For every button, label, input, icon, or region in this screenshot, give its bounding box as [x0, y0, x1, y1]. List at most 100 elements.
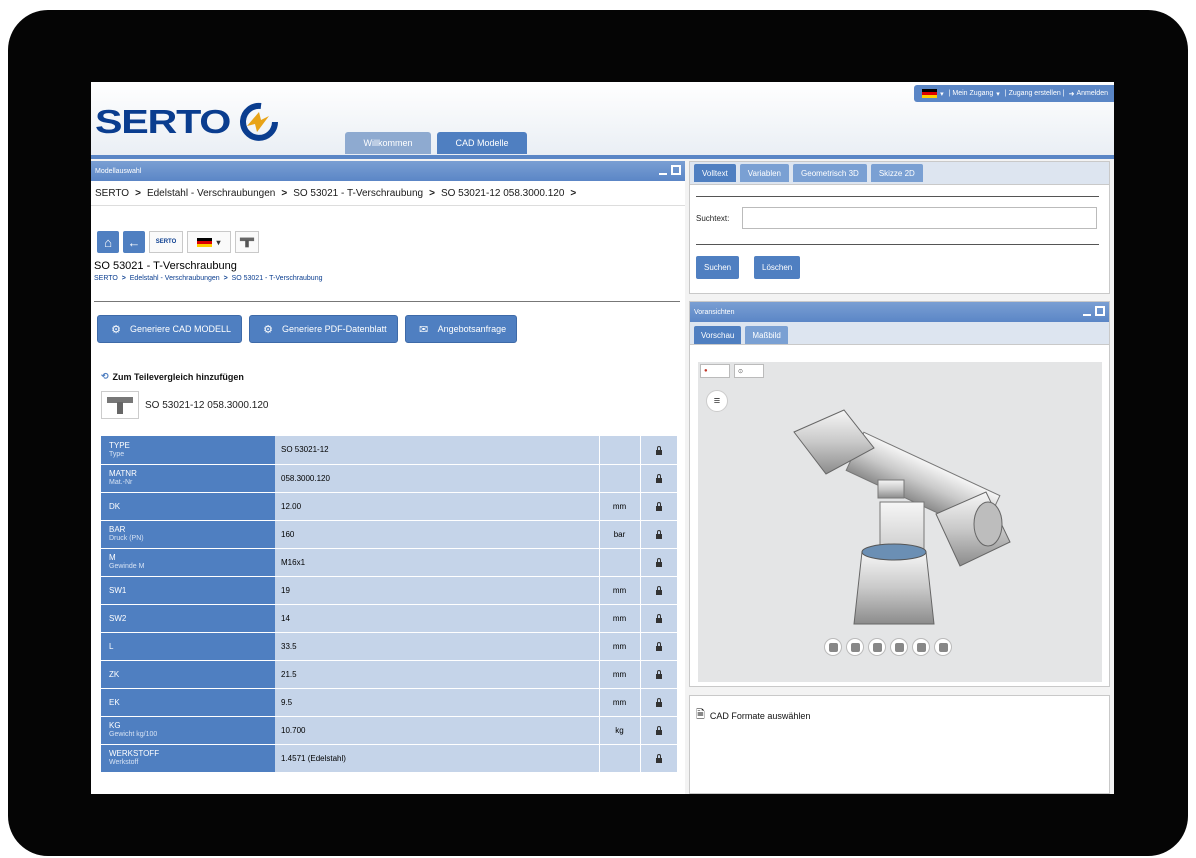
- action-buttons: ⚙ Generiere CAD MODELL ⚙ Generiere PDF-D…: [97, 315, 518, 343]
- chevron-right-icon: >: [429, 187, 435, 199]
- lock-icon[interactable]: [640, 576, 677, 605]
- breadcrumb-item[interactable]: SERTO: [95, 188, 129, 199]
- specs-table: TYPE Type SO 53021-12 MATNR Mat.-Nr 058.3000.…: [101, 436, 677, 773]
- language-select[interactable]: ▾: [187, 231, 231, 253]
- header-separator: [91, 155, 1114, 159]
- spec-unit: mm: [599, 660, 641, 689]
- breadcrumb-item[interactable]: SERTO: [94, 275, 118, 282]
- gears-icon: ⚙: [111, 323, 121, 336]
- view-section-icon[interactable]: [868, 638, 886, 656]
- panel-title: Modellauswahl: [95, 167, 142, 175]
- catalog-logo-button[interactable]: SERTO: [149, 231, 183, 253]
- spec-key: SW1: [101, 576, 275, 605]
- minimize-icon[interactable]: [1083, 313, 1091, 316]
- cad-formats-link[interactable]: 🗎 CAD Formate auswählen: [696, 706, 810, 725]
- compare-icon: ⟲: [101, 371, 109, 381]
- divider: [696, 196, 1099, 197]
- spec-key: KG Gewicht kg/100: [101, 716, 275, 745]
- view-side-icon[interactable]: [934, 638, 952, 656]
- serto-logo[interactable]: SERTO: [95, 102, 278, 142]
- lock-icon[interactable]: [640, 688, 677, 717]
- tab-massbild[interactable]: Maßbild: [745, 326, 788, 344]
- part-header: SO 53021-12 058.3000.120: [101, 391, 268, 419]
- preview-tabs: Vorschau Maßbild: [690, 322, 1109, 345]
- serto-logo-mark-icon: [240, 102, 278, 141]
- maximize-icon[interactable]: [671, 165, 681, 175]
- table-row: SW2 14 mm: [101, 604, 677, 633]
- spec-value: 21.5: [275, 660, 600, 689]
- partsolutions-logo-icon[interactable]: ●: [700, 364, 730, 378]
- search-button[interactable]: Suchen: [696, 256, 740, 279]
- divider: [696, 244, 1099, 245]
- chevron-right-icon: >: [281, 187, 288, 199]
- lock-icon[interactable]: [640, 520, 677, 549]
- view-iso-icon[interactable]: [890, 638, 908, 656]
- tab-willkommen[interactable]: Willkommen: [345, 132, 431, 154]
- login-icon[interactable]: ➜: [1069, 90, 1075, 98]
- generate-cad-button[interactable]: ⚙ Generiere CAD MODELL: [97, 315, 243, 343]
- search-tabs: Volltext Variablen Geometrisch 3D Skizze…: [690, 162, 1109, 185]
- breadcrumb-item[interactable]: Edelstahl - Verschraubungen: [147, 188, 275, 199]
- home-icon[interactable]: ⌂: [97, 231, 119, 253]
- view-wireframe-icon[interactable]: [824, 638, 842, 656]
- maximize-icon[interactable]: [1095, 306, 1105, 316]
- panel-title: Voransichten: [694, 308, 735, 316]
- german-flag-icon[interactable]: [922, 89, 938, 98]
- tab-variablen[interactable]: Variablen: [739, 164, 790, 182]
- back-arrow-icon[interactable]: ←: [123, 231, 145, 253]
- breadcrumb-item[interactable]: SO 53021 - T-Verschraubung: [293, 188, 423, 199]
- tab-skizze-2d[interactable]: Skizze 2D: [870, 164, 923, 182]
- lock-icon[interactable]: [640, 464, 677, 493]
- quote-request-button[interactable]: ✉ Angebotsanfrage: [404, 315, 518, 343]
- view-solid-icon[interactable]: [846, 638, 864, 656]
- spec-value: 058.3000.120: [275, 464, 600, 493]
- view-mode-buttons: [824, 638, 952, 656]
- lock-icon[interactable]: [640, 492, 677, 521]
- create-account-link[interactable]: Zugang erstellen: [1009, 90, 1061, 97]
- lock-icon[interactable]: [640, 632, 677, 661]
- activex-logo-icon[interactable]: ⊙: [734, 364, 764, 378]
- panel-header: Voransichten: [690, 302, 1109, 322]
- spec-unit: kg: [599, 716, 641, 745]
- spec-value: 9.5: [275, 688, 600, 717]
- spec-value: 160: [275, 520, 600, 549]
- breadcrumb-item[interactable]: SO 53021-12 058.3000.120: [441, 188, 564, 199]
- spec-unit: mm: [599, 688, 641, 717]
- tab-vorschau[interactable]: Vorschau: [694, 326, 742, 344]
- generate-pdf-button[interactable]: ⚙ Generiere PDF-Datenblatt: [249, 315, 398, 343]
- spec-value: 10.700: [275, 716, 600, 745]
- search-input[interactable]: [742, 207, 1097, 229]
- spec-unit: mm: [599, 492, 641, 521]
- 3d-viewer[interactable]: [698, 362, 1102, 682]
- breadcrumb-item[interactable]: SO 53021 - T-Verschraubung: [232, 275, 323, 282]
- minimize-icon[interactable]: [659, 172, 667, 175]
- search-label: Suchtext:: [696, 214, 730, 223]
- table-row: KG Gewicht kg/100 10.700 kg: [101, 716, 677, 745]
- lock-icon[interactable]: [640, 744, 677, 773]
- spec-key: BAR Druck (PN): [101, 520, 275, 549]
- lock-icon[interactable]: [640, 660, 677, 689]
- menu-list-icon[interactable]: ≡: [706, 390, 728, 412]
- tab-geometrisch-3d[interactable]: Geometrisch 3D: [793, 164, 867, 182]
- chevron-down-icon[interactable]: ▾: [940, 90, 944, 98]
- breadcrumb: SERTO > Edelstahl - Verschraubungen > SO…: [91, 181, 685, 206]
- spec-value: M16x1: [275, 548, 600, 577]
- lock-icon[interactable]: [640, 716, 677, 745]
- tee-fitting-icon[interactable]: [235, 231, 259, 253]
- add-to-compare-link[interactable]: ⟲ Zum Teilevergleich hinzufügen: [101, 371, 244, 382]
- lock-icon[interactable]: [640, 548, 677, 577]
- tab-cad-modelle[interactable]: CAD Modelle: [437, 132, 527, 154]
- clear-button[interactable]: Löschen: [754, 256, 801, 279]
- preview-panel: Voransichten Vorschau Maßbild ● ⊙ ≡: [689, 301, 1110, 687]
- chevron-right-icon: >: [119, 275, 128, 282]
- chevron-down-icon[interactable]: ▾: [996, 90, 1000, 98]
- spec-unit: mm: [599, 604, 641, 633]
- account-link[interactable]: Mein Zugang: [952, 90, 993, 97]
- search-panel: Volltext Variablen Geometrisch 3D Skizze…: [689, 161, 1110, 294]
- view-front-icon[interactable]: [912, 638, 930, 656]
- breadcrumb-item[interactable]: Edelstahl - Verschraubungen: [130, 275, 220, 282]
- lock-icon[interactable]: [640, 436, 677, 465]
- login-link[interactable]: Anmelden: [1076, 90, 1108, 97]
- lock-icon[interactable]: [640, 604, 677, 633]
- tab-volltext[interactable]: Volltext: [694, 164, 736, 182]
